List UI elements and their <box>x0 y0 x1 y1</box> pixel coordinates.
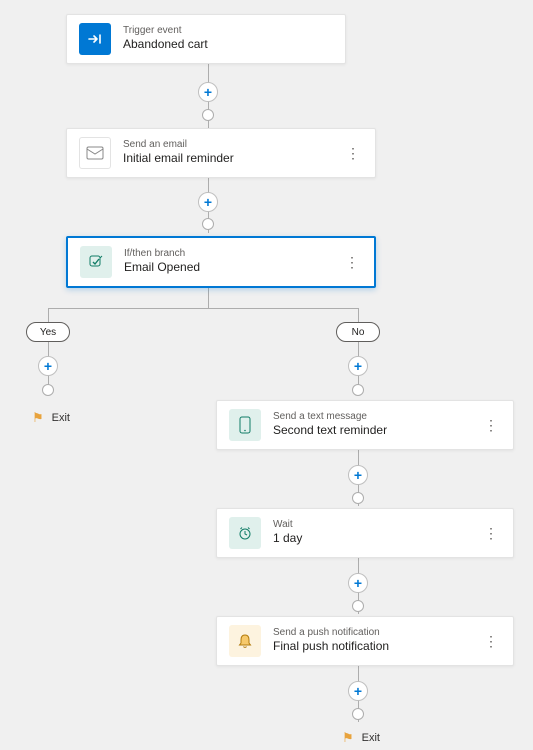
sms-subtitle: Send a text message <box>273 411 469 423</box>
exit-left-label: Exit <box>52 412 70 424</box>
sms-icon <box>229 409 261 441</box>
sms-card[interactable]: Send a text message Second text reminder… <box>216 400 514 450</box>
branch-menu-button[interactable]: ⋮ <box>342 248 362 276</box>
add-step-button[interactable]: + <box>38 356 58 376</box>
flag-icon: ⚑ <box>342 730 354 746</box>
push-menu-button[interactable]: ⋮ <box>481 627 501 655</box>
email-subtitle: Send an email <box>123 139 331 151</box>
sms-menu-button[interactable]: ⋮ <box>481 411 501 439</box>
connector-node <box>202 109 214 121</box>
wait-subtitle: Wait <box>273 519 469 531</box>
email-title: Initial email reminder <box>123 151 331 167</box>
connector-node <box>352 600 364 612</box>
connector <box>208 286 209 308</box>
email-card[interactable]: Send an email Initial email reminder ⋮ <box>66 128 376 178</box>
trigger-card[interactable]: Trigger event Abandoned cart <box>66 14 346 64</box>
exit-right-label: Exit <box>362 732 380 744</box>
add-step-button[interactable]: + <box>198 192 218 212</box>
branch-yes-pill: Yes <box>26 322 70 342</box>
wait-menu-button[interactable]: ⋮ <box>481 519 501 547</box>
connector <box>48 308 359 309</box>
branch-card[interactable]: If/then branch Email Opened ⋮ <box>66 236 376 288</box>
push-card[interactable]: Send a push notification Final push noti… <box>216 616 514 666</box>
connector-node <box>202 218 214 230</box>
exit-left: ⚑ Exit <box>32 410 70 426</box>
wait-icon <box>229 517 261 549</box>
connector-node <box>352 708 364 720</box>
trigger-title: Abandoned cart <box>123 37 333 53</box>
add-step-button[interactable]: + <box>348 681 368 701</box>
connector-node <box>352 384 364 396</box>
branch-no-pill: No <box>336 322 380 342</box>
email-icon <box>79 137 111 169</box>
branch-no-label: No <box>352 327 365 338</box>
connector-node <box>42 384 54 396</box>
push-title: Final push notification <box>273 639 469 655</box>
wait-title: 1 day <box>273 531 469 547</box>
branch-subtitle: If/then branch <box>124 248 330 260</box>
add-step-button[interactable]: + <box>348 573 368 593</box>
add-step-button[interactable]: + <box>348 465 368 485</box>
flag-icon: ⚑ <box>32 410 44 426</box>
branch-title: Email Opened <box>124 260 330 276</box>
trigger-icon <box>79 23 111 55</box>
wait-card[interactable]: Wait 1 day ⋮ <box>216 508 514 558</box>
trigger-subtitle: Trigger event <box>123 25 333 37</box>
branch-icon <box>80 246 112 278</box>
push-subtitle: Send a push notification <box>273 627 469 639</box>
add-step-button[interactable]: + <box>348 356 368 376</box>
branch-yes-label: Yes <box>40 327 56 338</box>
exit-right: ⚑ Exit <box>342 730 380 746</box>
sms-title: Second text reminder <box>273 423 469 439</box>
add-step-button[interactable]: + <box>198 82 218 102</box>
email-menu-button[interactable]: ⋮ <box>343 139 363 167</box>
connector-node <box>352 492 364 504</box>
push-icon <box>229 625 261 657</box>
